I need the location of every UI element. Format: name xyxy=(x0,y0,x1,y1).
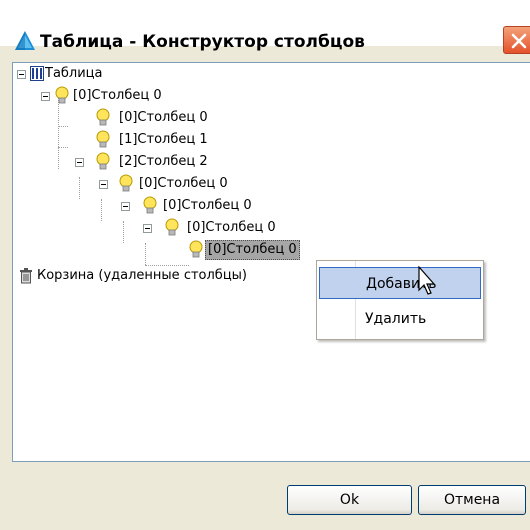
bulb-icon xyxy=(55,86,69,106)
collapse-toggle[interactable] xyxy=(17,70,26,79)
title-bar[interactable]: Таблица - Конструктор столбцов xyxy=(0,0,530,54)
mouse-cursor-icon xyxy=(418,265,438,300)
tree-node-label: [2]Столбец 2 xyxy=(119,154,208,169)
tree-trash[interactable]: Корзина (удаленные столбцы) xyxy=(13,265,323,287)
bulb-icon xyxy=(96,108,110,128)
close-icon xyxy=(511,33,527,49)
tree-node[interactable]: [0]Столбец 0 xyxy=(13,173,273,195)
tree-node-label: [0]Столбец 0 xyxy=(187,220,276,235)
bulb-icon xyxy=(96,130,110,150)
tree-node-label: [0]Столбец 0 xyxy=(139,176,228,191)
trash-icon xyxy=(19,268,33,292)
close-button[interactable] xyxy=(503,26,530,54)
tree-node-selected[interactable]: [0]Столбец 0 xyxy=(13,239,323,261)
context-menu: Добавить Удалить xyxy=(316,260,484,340)
bulb-icon xyxy=(165,218,179,238)
tree-node-label: [1]Столбец 1 xyxy=(119,132,208,147)
dialog-window: Таблица - Конструктор столбцов Таблица [… xyxy=(0,0,530,530)
ok-button[interactable]: Ok xyxy=(287,485,412,515)
bulb-icon xyxy=(189,240,203,260)
tree-root[interactable]: Таблица xyxy=(13,63,213,85)
collapse-toggle[interactable] xyxy=(75,158,84,167)
tree-node-label: [0]Столбец 0 xyxy=(73,88,162,103)
tree-trash-label: Корзина (удаленные столбцы) xyxy=(37,268,247,283)
menu-item-add[interactable]: Добавить xyxy=(319,267,481,299)
bulb-icon xyxy=(143,196,157,216)
collapse-toggle[interactable] xyxy=(99,180,108,189)
app-triangle-icon xyxy=(14,30,36,52)
cancel-button[interactable]: Отмена xyxy=(418,485,526,515)
tree-node[interactable]: [1]Столбец 1 xyxy=(13,129,253,151)
tree-root-label: Таблица xyxy=(45,66,103,81)
tree-node-label: [0]Столбец 0 xyxy=(205,240,300,260)
tree-node-label: [0]Столбец 0 xyxy=(163,198,252,213)
bulb-icon xyxy=(96,152,110,172)
collapse-toggle[interactable] xyxy=(121,202,130,211)
menu-item-delete[interactable]: Удалить xyxy=(319,303,481,335)
tree-node-label: [0]Столбец 0 xyxy=(119,110,208,125)
tree-node[interactable]: [0]Столбец 0 xyxy=(13,217,313,239)
bulb-icon xyxy=(119,174,133,194)
window-title: Таблица - Конструктор столбцов xyxy=(40,32,365,52)
tree-node[interactable]: [0]Столбец 0 xyxy=(13,195,293,217)
collapse-toggle[interactable] xyxy=(143,224,152,233)
collapse-toggle[interactable] xyxy=(41,92,50,101)
tree-node[interactable]: [0]Столбец 0 xyxy=(13,107,253,129)
tree-node[interactable]: [0]Столбец 0 xyxy=(13,85,253,107)
tree-node[interactable]: [2]Столбец 2 xyxy=(13,151,253,173)
